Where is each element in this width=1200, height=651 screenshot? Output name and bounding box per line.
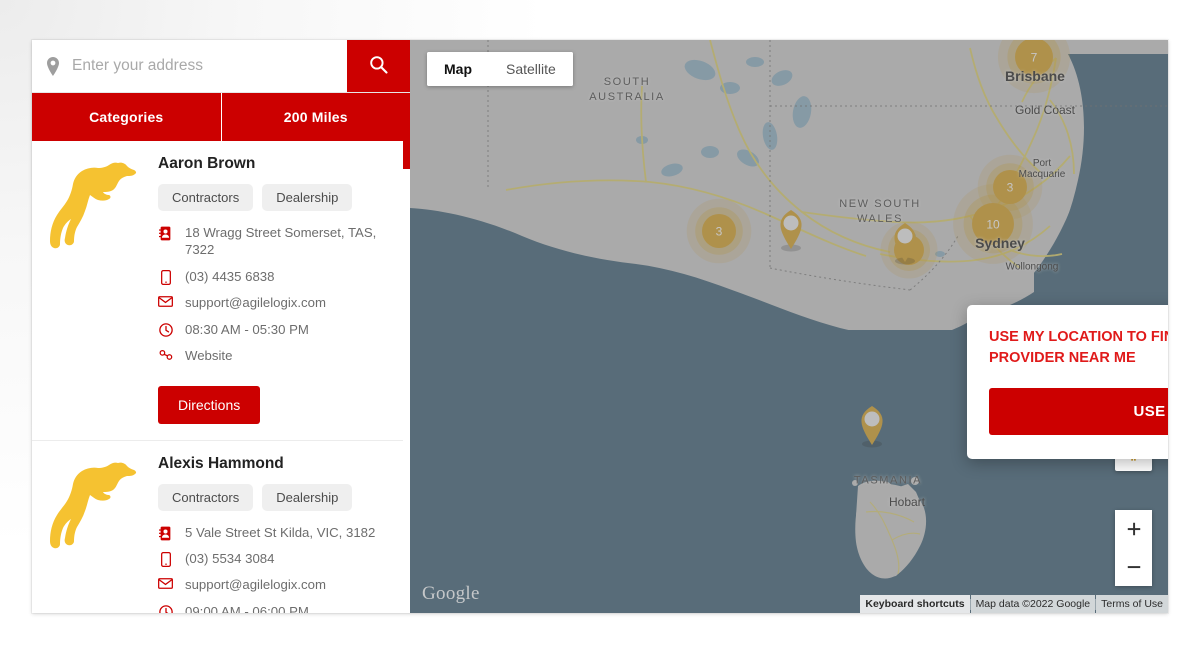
- map-attribution: Keyboard shortcuts Map data ©2022 Google…: [860, 595, 1168, 613]
- listing-meta: 5 Vale Street St Kilda, VIC, 3182 (03) 55…: [158, 524, 394, 613]
- listing-website-row: Website: [158, 347, 394, 364]
- listing-list[interactable]: Aaron Brown Contractors Dealership 18 Wragg…: [32, 141, 410, 613]
- listing-card[interactable]: Aaron Brown Contractors Dealership 18 Wragg…: [32, 141, 410, 441]
- listing-categories: Contractors Dealership: [158, 483, 394, 511]
- filter-bar: Categories 200 Miles: [32, 93, 410, 141]
- map-type-satellite-button[interactable]: Satellite: [489, 52, 573, 86]
- listing-email-value[interactable]: support@agilelogix.com: [185, 294, 326, 311]
- modal-header: USE MY LOCATION TO FIND THE CLOSEST SERV…: [989, 327, 1168, 368]
- listing-title: Aaron Brown: [158, 155, 256, 172]
- zoom-in-button[interactable]: [1115, 510, 1152, 548]
- listing-address-value: 18 Wragg Street Somerset, TAS, 7322: [185, 225, 377, 258]
- listing-hours-value: 09:00 AM - 06:00 PM: [185, 603, 309, 613]
- use-location-button[interactable]: USE LOCATION: [989, 388, 1168, 436]
- search-icon: [369, 55, 388, 77]
- listing-card[interactable]: Alexis Hammond Contractors Dealership 5 Val…: [32, 441, 410, 613]
- listing-details: Alexis Hammond Contractors Dealership 5 Val…: [152, 455, 394, 613]
- listing-scrollbar-thumb[interactable]: [403, 141, 410, 169]
- listing-hours-row: 09:00 AM - 06:00 PM: [158, 603, 394, 613]
- zoom-out-button[interactable]: [1115, 548, 1152, 586]
- listing-website-value[interactable]: Website: [185, 347, 232, 364]
- clock-icon: [158, 603, 173, 613]
- terms-of-use-link[interactable]: Terms of Use: [1096, 595, 1168, 613]
- listing-logo: [40, 455, 152, 613]
- svg-text:3: 3: [716, 225, 723, 239]
- keyboard-shortcuts-link[interactable]: Keyboard shortcuts: [860, 595, 970, 613]
- google-watermark: Google: [422, 583, 480, 604]
- svg-text:7: 7: [1031, 51, 1038, 65]
- listing-scrollbar-track[interactable]: [403, 141, 410, 613]
- mobile-phone-icon: [158, 550, 173, 567]
- map-area[interactable]: 7 3 10 3 SOUTH AUSTRALIA NEW SOUTH WALES TASM…: [410, 40, 1168, 613]
- search-button[interactable]: [347, 40, 410, 92]
- link-icon: [158, 347, 173, 361]
- address-book-icon: [158, 224, 173, 241]
- listing-address-row: 5 Vale Street St Kilda, VIC, 3182: [158, 524, 394, 541]
- use-location-modal: USE MY LOCATION TO FIND THE CLOSEST SERV…: [967, 305, 1168, 460]
- listing-details: Aaron Brown Contractors Dealership 18 Wragg…: [152, 155, 394, 440]
- address-book-icon: [158, 524, 173, 541]
- results-panel: Categories 200 Miles Aaron Brown Contract…: [32, 40, 410, 613]
- listing-category-chip[interactable]: Contractors: [158, 184, 254, 211]
- listing-title: Alexis Hammond: [158, 454, 284, 472]
- zoom-controls: [1115, 510, 1152, 586]
- directions-button[interactable]: Directions: [158, 385, 261, 424]
- listing-meta: 18 Wragg Street Somerset, TAS, 7322 (03) …: [158, 224, 394, 365]
- listing-address-value: 5 Vale Street St Kilda, VIC, 3182: [185, 524, 376, 540]
- listing-hours-row: 08:30 AM - 05:30 PM: [158, 321, 394, 338]
- envelope-icon: [158, 576, 173, 590]
- map-data-text: Map data ©2022 Google: [970, 595, 1096, 613]
- mobile-phone-icon: [158, 268, 173, 285]
- listing-hours-value: 08:30 AM - 05:30 PM: [185, 321, 309, 337]
- map-type-map-button[interactable]: Map: [427, 52, 489, 86]
- search-bar: [32, 40, 410, 93]
- map-type-switcher: Map Satellite: [427, 52, 573, 86]
- listing-email-row: support@agilelogix.com: [158, 576, 394, 593]
- listing-category-chip[interactable]: Contractors: [158, 483, 254, 511]
- kangaroo-logo: [50, 462, 137, 548]
- listing-address-row: 18 Wragg Street Somerset, TAS, 7322: [158, 224, 394, 259]
- envelope-icon: [158, 294, 173, 308]
- svg-text:10: 10: [986, 218, 1000, 232]
- listing-category-chip[interactable]: Dealership: [262, 483, 353, 511]
- listing-logo: [40, 155, 152, 440]
- listing-phone-row: (03) 4435 6838: [158, 268, 394, 285]
- search-field[interactable]: [32, 40, 347, 92]
- listing-categories: Contractors Dealership: [158, 184, 394, 211]
- listing-email-row: support@agilelogix.com: [158, 294, 394, 311]
- listing-phone-value[interactable]: (03) 5534 3084: [185, 550, 274, 567]
- radius-filter-button[interactable]: 200 Miles: [220, 93, 410, 141]
- listing-category-chip[interactable]: Dealership: [262, 184, 353, 211]
- location-pin-icon: [46, 56, 60, 76]
- listing-phone-row: (03) 5534 3084: [158, 550, 394, 567]
- clock-icon: [158, 321, 173, 337]
- kangaroo-logo: [50, 162, 137, 249]
- search-input[interactable]: [70, 40, 347, 92]
- categories-filter-button[interactable]: Categories: [32, 93, 221, 141]
- store-locator-widget: Categories 200 Miles Aaron Brown Contract…: [32, 40, 1168, 613]
- listing-email-value[interactable]: support@agilelogix.com: [185, 576, 326, 593]
- modal-title: USE MY LOCATION TO FIND THE CLOSEST SERV…: [989, 329, 1168, 366]
- listing-phone-value[interactable]: (03) 4435 6838: [185, 268, 274, 285]
